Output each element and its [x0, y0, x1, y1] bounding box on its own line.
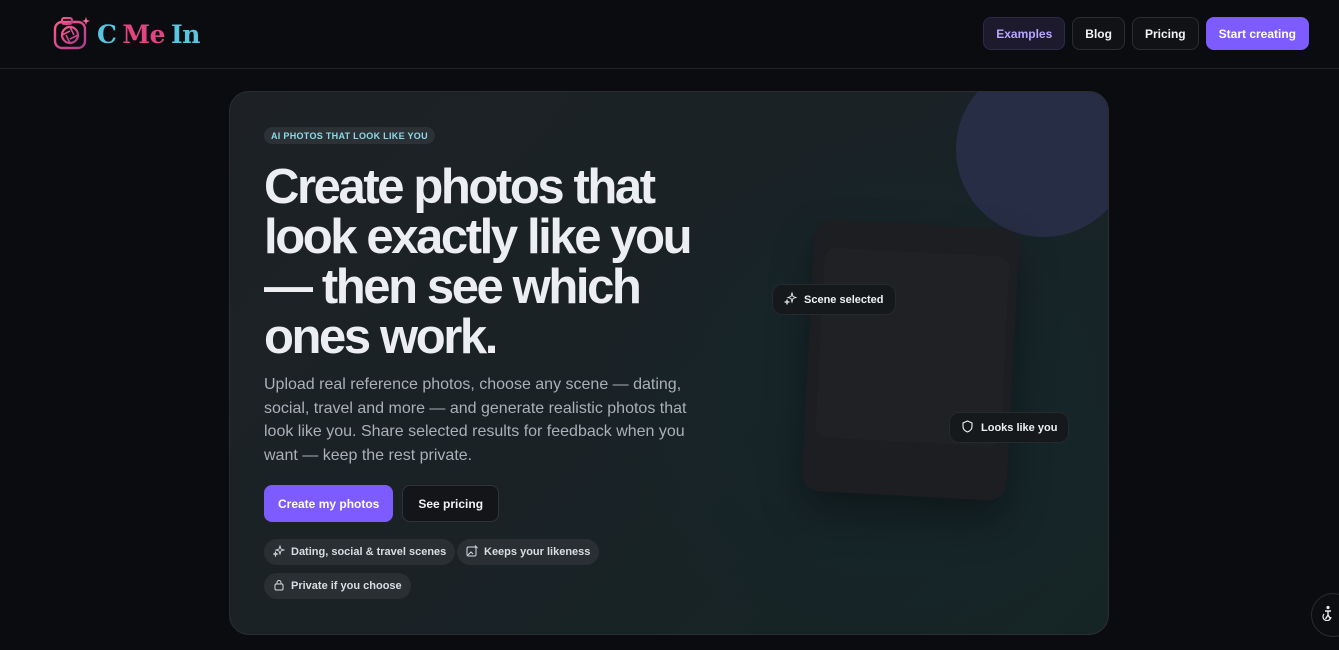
- feature-label: Private if you choose: [291, 580, 402, 592]
- brand-part-me: Me: [122, 19, 165, 49]
- start-creating-button[interactable]: Start creating: [1205, 17, 1309, 50]
- create-photos-button[interactable]: Create my photos: [264, 485, 394, 522]
- decorative-circle: [956, 92, 1108, 237]
- main-nav: Examples Blog Pricing Start creating: [983, 17, 1309, 50]
- see-pricing-button[interactable]: See pricing: [402, 485, 500, 522]
- hero-cta-group: Create my photos See pricing: [264, 485, 500, 522]
- hero-card: AI PHOTOS THAT LOOK LIKE YOU Create phot…: [229, 91, 1109, 635]
- accessibility-button[interactable]: [1311, 593, 1339, 637]
- sparkle-icon: [783, 290, 798, 308]
- image-edit-icon: [466, 544, 478, 560]
- scene-selected-chip: Scene selected: [772, 284, 896, 315]
- nav-blog-link[interactable]: Blog: [1072, 17, 1125, 50]
- hero-badge: AI PHOTOS THAT LOOK LIKE YOU: [264, 127, 435, 144]
- feature-label: Keeps your likeness: [484, 546, 591, 558]
- feature-chip-private: Private if you choose: [264, 573, 411, 599]
- feature-chip-scenes: Dating, social & travel scenes: [264, 539, 456, 565]
- hero-headline: Create photos that look exactly like you…: [264, 160, 693, 364]
- nav-examples-link[interactable]: Examples: [983, 17, 1066, 50]
- lock-icon: [273, 579, 285, 594]
- brand-part-in: In: [171, 19, 200, 49]
- top-header: C Me In Examples Blog Pricing Start crea…: [0, 0, 1339, 69]
- sparkle-icon: [272, 544, 286, 560]
- nav-pricing-link[interactable]: Pricing: [1131, 17, 1199, 50]
- shield-icon: [961, 419, 974, 436]
- scene-selected-label: Scene selected: [804, 293, 884, 306]
- camera-logo-icon: [52, 16, 90, 52]
- feature-chip-likeness: Keeps your likeness: [457, 539, 600, 565]
- brand-part-c: C: [97, 19, 117, 49]
- brand-logo[interactable]: C Me In: [52, 16, 200, 52]
- brand-wordmark: C Me In: [97, 20, 200, 49]
- hero-subtext: Upload real reference photos, choose any…: [264, 376, 687, 465]
- looks-like-you-chip: Looks like you: [949, 412, 1070, 443]
- feature-label: Dating, social & travel scenes: [291, 546, 447, 558]
- accessibility-icon: [1321, 605, 1335, 626]
- looks-like-you-label: Looks like you: [981, 421, 1058, 434]
